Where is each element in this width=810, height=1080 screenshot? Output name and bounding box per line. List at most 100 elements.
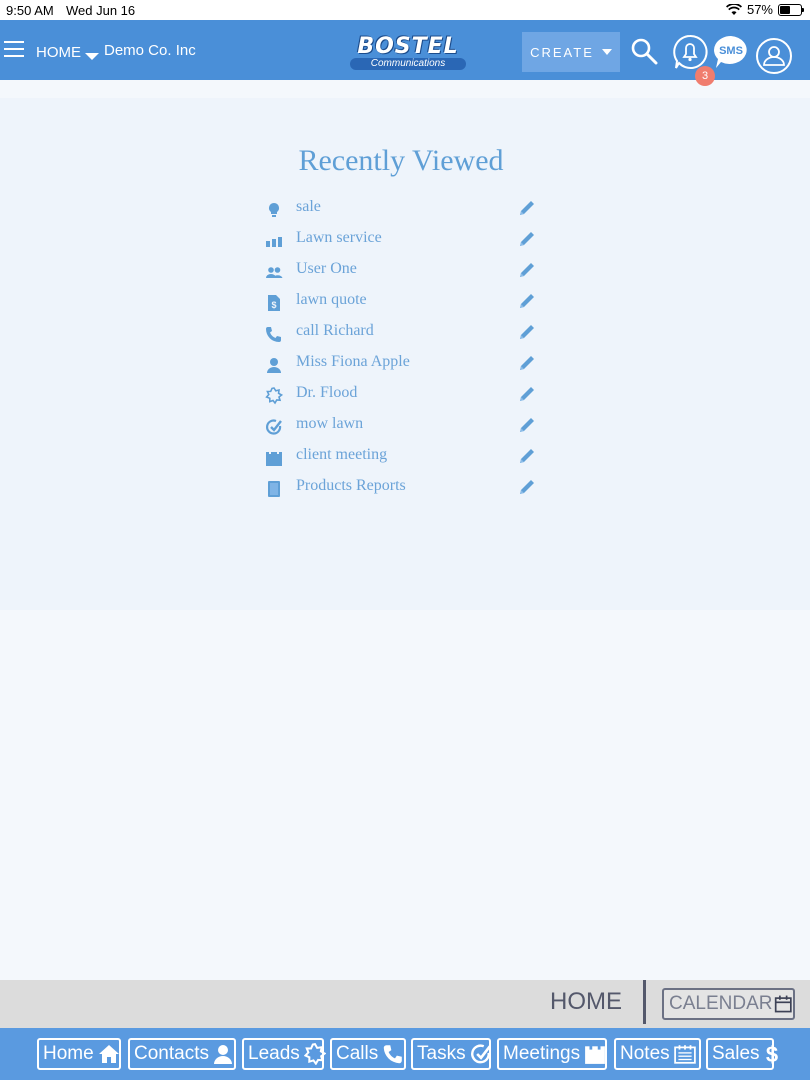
edit-pencil-icon[interactable]	[516, 197, 538, 219]
meeting-calendar-icon	[266, 450, 282, 466]
nav-calls-button[interactable]: Calls	[330, 1038, 406, 1070]
nav-notes-label: Notes	[620, 1043, 670, 1064]
recently-viewed-panel: Recently Viewed sale Lawn service User O…	[0, 98, 810, 610]
list-item-label[interactable]: Miss Fiona Apple	[296, 353, 410, 371]
report-icon	[268, 481, 280, 497]
nav-leads-button[interactable]: Leads	[242, 1038, 326, 1070]
bar-chart-icon	[266, 237, 282, 247]
battery-icon	[778, 3, 804, 16]
nav-contacts-label: Contacts	[134, 1043, 209, 1064]
quote-document-icon: $	[268, 295, 280, 311]
recently-viewed-title: Recently Viewed	[298, 144, 504, 177]
list-item-label[interactable]: Lawn service	[296, 229, 382, 247]
list-item[interactable]: client meeting	[262, 444, 542, 475]
edit-pencil-icon[interactable]	[516, 352, 538, 374]
caret-down-icon	[85, 53, 99, 60]
edit-pencil-icon[interactable]	[516, 414, 538, 436]
task-check-icon	[266, 419, 282, 435]
logo-subtitle: Communications	[350, 58, 466, 70]
sms-label: SMS	[719, 45, 743, 57]
breadcrumb-current: HOME	[550, 988, 622, 1015]
status-time: 9:50 AM	[6, 3, 54, 18]
nav-meetings-label: Meetings	[503, 1043, 581, 1064]
list-item[interactable]: $ lawn quote	[262, 289, 542, 320]
badge-icon	[265, 387, 284, 405]
nav-meetings-button[interactable]: Meetings	[497, 1038, 607, 1070]
notification-badge: 3	[695, 66, 715, 86]
user-profile-icon[interactable]	[755, 37, 793, 75]
svg-text:$: $	[765, 1042, 777, 1066]
edit-pencil-icon[interactable]	[516, 259, 538, 281]
list-item[interactable]: call Richard	[262, 320, 542, 351]
list-item-label[interactable]: User One	[296, 260, 357, 278]
status-date: Wed Jun 16	[66, 3, 136, 18]
nav-calls-label: Calls	[336, 1043, 379, 1064]
meeting-calendar-icon	[585, 1044, 606, 1064]
bottom-nav: Home Contacts Leads Calls Tasks Meetings…	[0, 1028, 810, 1080]
home-dropdown-label: HOME	[36, 44, 81, 61]
list-item[interactable]: User One	[262, 258, 542, 289]
create-button-label: CREATE	[530, 44, 594, 60]
edit-pencil-icon[interactable]	[516, 383, 538, 405]
calendar-icon	[775, 995, 793, 1013]
edit-pencil-icon[interactable]	[516, 476, 538, 498]
nav-sales-label: Sales	[712, 1043, 760, 1064]
app-header: HOME Demo Co. Inc BOSTEL Communications …	[0, 20, 810, 80]
users-icon	[266, 267, 283, 278]
dollar-icon: $	[765, 1042, 777, 1066]
nav-sales-button[interactable]: Sales $	[706, 1038, 778, 1070]
bostel-logo: BOSTEL Communications	[350, 36, 466, 72]
calendar-button-label: CALENDAR	[669, 993, 773, 1014]
list-item-label[interactable]: call Richard	[296, 322, 374, 340]
nav-contacts-button[interactable]: Contacts	[128, 1038, 236, 1070]
nav-leads-label: Leads	[248, 1043, 300, 1064]
phone-icon	[383, 1045, 403, 1064]
logo-brand: BOSTEL	[357, 34, 459, 59]
list-item[interactable]: Dr. Flood	[262, 382, 542, 413]
task-check-icon	[470, 1044, 491, 1064]
list-item-label[interactable]: lawn quote	[296, 291, 367, 309]
person-icon	[267, 358, 281, 373]
list-item[interactable]: Lawn service	[262, 227, 542, 258]
list-item-label[interactable]: client meeting	[296, 446, 387, 464]
breadcrumb-divider	[643, 980, 646, 1024]
svg-text:$: $	[271, 300, 276, 310]
nav-home-label: Home	[43, 1043, 94, 1064]
edit-pencil-icon[interactable]	[516, 290, 538, 312]
notification-bell-icon[interactable]	[672, 34, 708, 70]
edit-pencil-icon[interactable]	[516, 321, 538, 343]
list-item-label[interactable]: Products Reports	[296, 477, 406, 495]
caret-down-icon	[601, 49, 612, 55]
house-icon	[98, 1045, 119, 1063]
list-item[interactable]: mow lawn	[262, 413, 542, 444]
list-item[interactable]: sale	[262, 196, 542, 227]
phone-icon	[266, 327, 281, 342]
list-item-label[interactable]: sale	[296, 198, 321, 216]
wifi-icon	[725, 3, 742, 15]
notes-icon	[673, 1045, 696, 1064]
list-item-label[interactable]: mow lawn	[296, 415, 363, 433]
battery-percent: 57%	[746, 2, 773, 17]
nav-tasks-label: Tasks	[417, 1043, 466, 1064]
search-icon[interactable]	[630, 37, 658, 65]
recently-viewed-list: sale Lawn service User One $ lawn quote …	[262, 196, 542, 506]
calendar-button[interactable]: CALENDAR	[662, 988, 795, 1020]
nav-notes-button[interactable]: Notes	[614, 1038, 701, 1070]
nav-tasks-button[interactable]: Tasks	[411, 1038, 491, 1070]
hamburger-menu-icon[interactable]	[4, 41, 24, 57]
nav-home-button[interactable]: Home	[37, 1038, 121, 1070]
list-item[interactable]: Miss Fiona Apple	[262, 351, 542, 382]
status-right: 57%	[725, 2, 804, 17]
sms-icon[interactable]: SMS	[712, 34, 750, 70]
list-item-label[interactable]: Dr. Flood	[296, 384, 357, 402]
list-item[interactable]: Products Reports	[262, 475, 542, 506]
home-dropdown[interactable]: HOME	[36, 44, 99, 61]
badge-icon	[303, 1043, 326, 1065]
status-bar: 9:50 AM Wed Jun 16 57%	[0, 0, 810, 20]
lightbulb-icon	[269, 203, 279, 217]
create-button[interactable]: CREATE	[522, 32, 620, 72]
company-name[interactable]: Demo Co. Inc	[104, 42, 196, 59]
breadcrumb: HOME CALENDAR	[0, 980, 810, 1028]
edit-pencil-icon[interactable]	[516, 445, 538, 467]
edit-pencil-icon[interactable]	[516, 228, 538, 250]
